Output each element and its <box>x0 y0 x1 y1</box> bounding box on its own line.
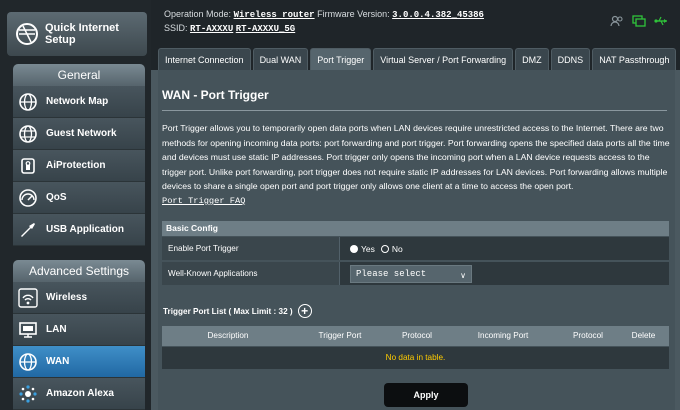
advanced-section-title: Advanced Settings <box>13 260 145 282</box>
alexa-icon <box>18 384 38 404</box>
advanced-menu: Wireless LAN WAN Amazon Alexa <box>13 282 145 410</box>
nav-label: WAN <box>46 356 70 367</box>
tab-ddns[interactable]: DDNS <box>550 48 591 70</box>
wifi-icon <box>18 287 38 308</box>
empty-table-message: No data in table. <box>162 347 669 369</box>
firmware-version-link[interactable]: 3.0.0.4.382_45386 <box>392 10 484 20</box>
col-description: Description <box>207 331 249 340</box>
add-rule-icon[interactable]: + <box>297 304 312 318</box>
col-trigger-port: Trigger Port <box>318 331 362 340</box>
nav-label: AiProtection <box>46 160 106 171</box>
general-section-title: General <box>13 64 145 86</box>
well-known-apps-select[interactable]: Please select ∨ <box>350 265 472 283</box>
nav-label: Wireless <box>46 292 88 303</box>
nav-lan[interactable]: LAN <box>13 314 145 346</box>
col-incoming-port: Incoming Port <box>477 331 529 340</box>
tab-port-trigger[interactable]: Port Trigger <box>310 48 372 70</box>
ssid-link-24g[interactable]: RT-AXXXU <box>190 24 233 34</box>
status-icons <box>610 14 668 32</box>
ssid-line: SSID: RT-AXXXU RT-AXXXU_5G <box>164 23 295 34</box>
title-divider <box>162 110 667 111</box>
operation-mode-line: Operation Mode: Wireless router Firmware… <box>164 9 484 20</box>
tab-virtual-server[interactable]: Virtual Server / Port Forwarding <box>373 48 514 70</box>
radio-yes-label[interactable]: Yes <box>361 244 375 254</box>
globe-icon <box>18 352 38 372</box>
gauge-icon <box>18 188 38 208</box>
page-description: Port Trigger allows you to temporarily o… <box>162 123 670 192</box>
content-inner: WAN - Port Trigger Port Trigger allows y… <box>158 70 675 410</box>
nav-network-map[interactable]: Network Map <box>13 86 145 118</box>
nav-wireless[interactable]: Wireless <box>13 282 145 314</box>
radio-no-label[interactable]: No <box>392 244 403 254</box>
port-trigger-faq-link[interactable]: Port Trigger FAQ <box>162 196 245 206</box>
trigger-table-header: Description Trigger Port Protocol Incomi… <box>162 326 669 346</box>
tab-dual-wan[interactable]: Dual WAN <box>252 48 309 70</box>
nav-label: LAN <box>46 324 67 335</box>
tab-nat-passthrough[interactable]: NAT Passthrough <box>592 48 677 70</box>
nav-label: Network Map <box>46 96 109 107</box>
monitor-icon <box>18 320 38 340</box>
nav-label: Amazon Alexa <box>46 388 114 399</box>
apply-button[interactable]: Apply <box>384 383 468 407</box>
basic-config-header: Basic Config <box>162 221 669 236</box>
clients-icon[interactable] <box>610 14 624 32</box>
trigger-port-list-heading: Trigger Port List ( Max Limit : 32 ) + <box>163 304 312 318</box>
nav-label: Guest Network <box>46 128 117 139</box>
nav-label: USB Application <box>46 224 124 235</box>
enable-port-trigger-radio-group: Yes No <box>350 244 403 254</box>
well-known-apps-label: Well-Known Applications <box>162 262 340 285</box>
nav-wan[interactable]: WAN <box>13 346 145 378</box>
page-title: WAN - Port Trigger <box>162 88 269 102</box>
quick-internet-setup-button[interactable]: Quick Internet Setup <box>7 12 147 56</box>
enable-port-trigger-row: Enable Port Trigger Yes No <box>162 237 669 261</box>
enable-port-trigger-label: Enable Port Trigger <box>162 237 340 260</box>
operation-mode-label: Operation Mode: <box>164 9 232 19</box>
tab-dmz[interactable]: DMZ <box>515 48 549 70</box>
radio-yes[interactable] <box>350 245 358 253</box>
wan-tabs: Internet Connection Dual WAN Port Trigge… <box>158 48 677 70</box>
col-protocol: Protocol <box>401 331 433 340</box>
nav-aiprotection[interactable]: AiProtection <box>13 150 145 182</box>
chevron-down-icon: ∨ <box>460 271 466 280</box>
internet-status-icon[interactable] <box>632 14 646 32</box>
globe-icon <box>18 92 38 112</box>
radio-no[interactable] <box>380 245 389 253</box>
nav-qos[interactable]: QoS <box>13 182 145 214</box>
firmware-label: Firmware Version: <box>317 9 390 19</box>
trigger-port-list-label: Trigger Port List ( Max Limit : 32 ) <box>163 306 293 316</box>
nav-guest-network[interactable]: Guest Network <box>13 118 145 150</box>
lock-icon <box>18 156 38 176</box>
content-panel: WAN - Port Trigger Port Trigger allows y… <box>151 70 680 410</box>
tab-internet-connection[interactable]: Internet Connection <box>158 48 251 70</box>
select-value: Please select <box>356 269 427 279</box>
operation-mode-link[interactable]: Wireless router <box>234 10 315 20</box>
ssid-link-5g[interactable]: RT-AXXXU_5G <box>236 24 295 34</box>
nav-label: QoS <box>46 192 67 203</box>
usb-status-icon[interactable] <box>654 14 668 32</box>
nav-amazon-alexa[interactable]: Amazon Alexa <box>13 378 145 410</box>
well-known-apps-row: Well-Known Applications Please select ∨ <box>162 262 669 286</box>
quick-setup-icon <box>15 22 39 46</box>
sidebar: Quick Internet Setup General Network Map… <box>0 0 151 410</box>
col-delete: Delete <box>631 331 656 340</box>
quick-setup-label: Quick Internet Setup <box>45 22 119 46</box>
col-protocol-2: Protocol <box>572 331 604 340</box>
ssid-label: SSID: <box>164 23 188 33</box>
globe-network-icon <box>18 124 38 144</box>
nav-usb-application[interactable]: USB Application <box>13 214 145 246</box>
puzzle-icon <box>18 220 38 240</box>
general-menu: Network Map Guest Network AiProtection Q… <box>13 86 145 246</box>
status-header: Operation Mode: Wireless router Firmware… <box>151 0 680 46</box>
